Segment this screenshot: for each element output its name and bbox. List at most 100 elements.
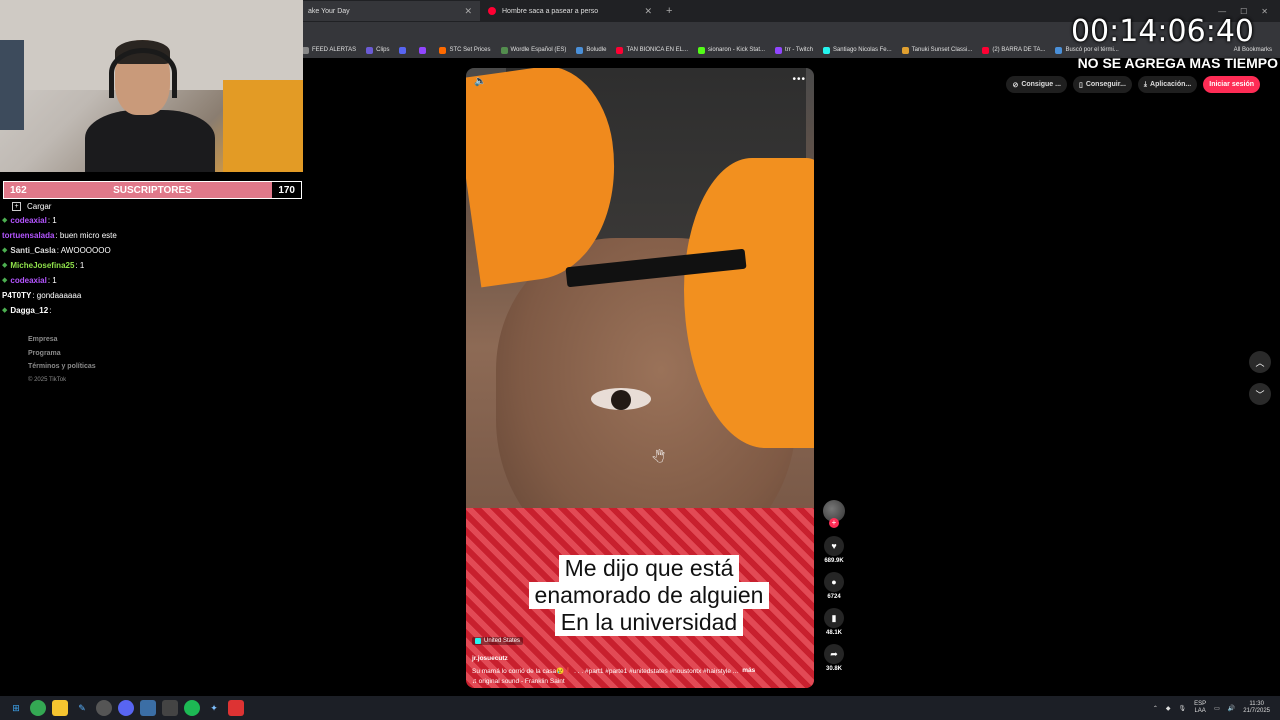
video-description: Su mamá lo corrió de la casa😢❗ . . . #pa…	[472, 667, 812, 675]
save-button[interactable]: ▮	[824, 608, 844, 628]
chat-username[interactable]: MicheJosefina25	[10, 258, 74, 273]
game-icon[interactable]: ✦	[206, 700, 222, 716]
load-button[interactable]: + Cargar	[2, 200, 302, 213]
file-explorer-icon[interactable]	[52, 700, 68, 716]
edit-icon[interactable]: ✎	[74, 700, 90, 716]
bookmark-favicon-icon	[616, 46, 624, 54]
display-icon[interactable]: ▭	[1214, 705, 1220, 712]
login-button[interactable]: Iniciar sesión	[1203, 76, 1260, 93]
volume-icon[interactable]: 🔈	[474, 76, 486, 87]
close-icon[interactable]: ✕	[464, 6, 472, 17]
heart-icon: ♥	[831, 541, 837, 551]
subs-goal: 170	[272, 182, 301, 198]
discord-icon[interactable]	[118, 700, 134, 716]
caption-line: enamorado de alguien	[528, 582, 770, 609]
new-tab-button[interactable]: +	[660, 5, 678, 17]
location-icon	[475, 638, 481, 644]
bookmark-item[interactable]: STC Set Prices	[439, 46, 491, 54]
download-app-button[interactable]: ⤓ Aplicación...	[1137, 76, 1198, 93]
footer-link[interactable]: Empresa	[28, 333, 96, 347]
share-button[interactable]: ➦	[824, 644, 844, 664]
bookmark-item[interactable]: (2) BARRA DE TA...	[982, 46, 1046, 54]
bookmark-favicon-icon	[302, 46, 309, 54]
footer-link[interactable]: Términos y políticas	[28, 360, 96, 374]
youtube-icon	[488, 7, 496, 15]
footer-link[interactable]: Programa	[28, 347, 96, 361]
chevron-up-icon[interactable]: ⌃	[1153, 705, 1158, 712]
clock-date: 21/7/2025	[1243, 708, 1270, 714]
bookmark-item[interactable]: Boludle	[576, 46, 607, 54]
like-button[interactable]: ♥	[824, 536, 844, 556]
load-label: Cargar	[27, 202, 52, 211]
follow-icon[interactable]: +	[829, 518, 839, 528]
sound-link[interactable]: ♫ original sound - Franklin Saint	[472, 678, 812, 685]
subs-label: SUSCRIPTORES	[113, 184, 192, 196]
video-player[interactable]: 🔈 ••• Me dijo que está enamorado de algu…	[466, 68, 814, 688]
bookmark-favicon-icon	[500, 46, 508, 54]
recorder-icon[interactable]	[228, 700, 244, 716]
bookmark-label: sionaron - Kick Stat...	[708, 47, 766, 53]
chat-text: : AWOOOOOO	[56, 246, 111, 255]
bookmark-label: Boludle	[586, 47, 607, 53]
bookmark-item[interactable]: trr - Twitch	[775, 46, 813, 54]
chat-text: : gondaaaaaa	[32, 291, 82, 300]
comment-button[interactable]: ●	[824, 572, 844, 592]
like-count: 689.9K	[824, 558, 844, 564]
creator-avatar[interactable]: +	[823, 500, 845, 528]
mic-icon[interactable]: 🎙	[1179, 705, 1187, 712]
bookmark-item[interactable]: Tanuki Sunset Classi...	[901, 46, 972, 54]
tab-active[interactable]: ake Your Day ✕	[300, 1, 480, 21]
chrome-icon[interactable]	[30, 700, 46, 716]
close-icon[interactable]: ✕	[644, 6, 652, 17]
get-coins-button[interactable]: ⊘ Consigue ...	[1006, 76, 1067, 93]
bookmark-item[interactable]: Santiago Nicolas Fe...	[822, 46, 892, 54]
comment-icon: ●	[831, 577, 837, 587]
bookmark-icon: ▮	[831, 612, 837, 623]
badge-icon: ◆	[2, 247, 8, 254]
chat-username[interactable]: codeaxial	[10, 213, 46, 228]
timer-note: NO SE AGREGA MAS TIEMPO	[1077, 55, 1278, 71]
chat-username[interactable]: codeaxial	[10, 273, 46, 288]
lang-layout: LAA	[1194, 708, 1206, 714]
network-icon[interactable]: ◆	[1166, 705, 1171, 712]
chat-username[interactable]: Dagga_12	[10, 303, 48, 318]
tab-youtube[interactable]: Hombre saca a pasear a perso ✕	[480, 1, 660, 21]
bookmark-item[interactable]	[399, 46, 409, 54]
bookmark-item[interactable]: TAN BIONICA EN EL...	[616, 46, 689, 54]
chat-username[interactable]: Santi_Casla	[10, 243, 55, 258]
obs-icon[interactable]	[96, 700, 112, 716]
clock-time: 11:30	[1249, 701, 1264, 707]
monitor-icon[interactable]	[140, 700, 156, 716]
video-username[interactable]: jr.josuecutz	[472, 655, 812, 662]
screen: ake Your Day ✕ Hombre saca a pasear a pe…	[0, 0, 1280, 720]
get-app-button[interactable]: ▯ Conseguir...	[1072, 76, 1132, 93]
chat-text: : 1	[75, 261, 85, 270]
bookmark-label: (2) BARRA DE TA...	[992, 47, 1046, 53]
bookmark-item[interactable]: Clips	[366, 46, 389, 54]
stream-timer: 00:14:06:40	[1070, 14, 1254, 49]
next-video-button[interactable]: ﹀	[1249, 383, 1271, 405]
app-icon[interactable]	[162, 700, 178, 716]
bookmark-item[interactable]	[419, 46, 429, 54]
spotify-icon[interactable]	[184, 700, 200, 716]
clock[interactable]: 11:30 21/7/2025	[1243, 701, 1270, 715]
chat-username[interactable]: tortuensalada	[2, 228, 54, 243]
language-indicator[interactable]: ESP LAA	[1194, 701, 1206, 715]
bookmark-label: TAN BIONICA EN EL...	[626, 47, 689, 53]
more-options-icon[interactable]: •••	[792, 74, 806, 85]
chat-username[interactable]: P4T0TY	[2, 288, 31, 303]
bookmark-item[interactable]: sionaron - Kick Stat...	[698, 46, 766, 54]
bookmark-item[interactable]: FEED ALERTAS	[302, 46, 356, 54]
location-label: United States	[484, 638, 521, 644]
chat-message: ◆ codeaxial: 1	[2, 273, 302, 288]
video-iris	[611, 390, 631, 410]
windows-start-icon[interactable]: ⊞	[8, 700, 24, 716]
chat-text: : 1	[47, 276, 57, 285]
more-link[interactable]: más	[742, 667, 755, 675]
close-window-icon[interactable]: ✕	[1261, 7, 1268, 16]
bookmark-favicon-icon	[901, 46, 909, 54]
location-tag[interactable]: United States	[472, 637, 524, 645]
bookmark-item[interactable]: Wordle Español (ES)	[500, 46, 566, 54]
previous-video-button[interactable]: ︿	[1249, 351, 1271, 373]
volume-icon[interactable]: 🔊	[1228, 705, 1235, 712]
